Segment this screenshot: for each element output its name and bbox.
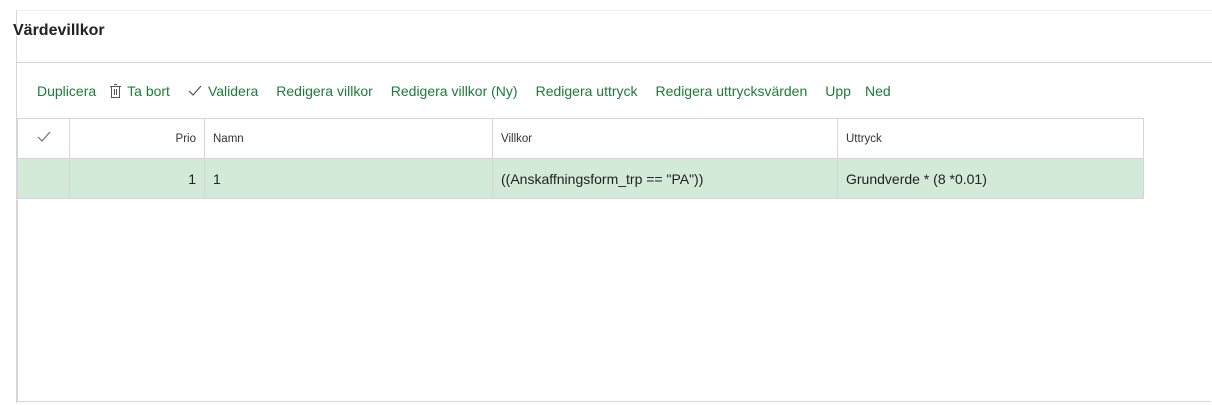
move-up-button[interactable]: Upp — [825, 83, 851, 99]
toolbar: Duplicera Ta bort Validera Redigera vill… — [17, 80, 909, 102]
validate-button[interactable]: Validera — [188, 83, 258, 99]
section-title: Värdevillkor — [13, 22, 105, 39]
edit-conditions-new-button[interactable]: Redigera villkor (Ny) — [391, 83, 518, 99]
duplicate-button[interactable]: Duplicera — [37, 83, 96, 99]
select-all-header[interactable] — [17, 118, 70, 159]
move-down-button[interactable]: Ned — [865, 83, 891, 99]
row-select-cell[interactable] — [17, 158, 70, 199]
edit-expression-values-label: Redigera uttrycksvärden — [655, 83, 808, 99]
grid-header-row: Prio Namn Villkor Uttryck — [17, 118, 1144, 159]
cell-name[interactable]: 1 — [204, 158, 493, 199]
grid-empty-area — [17, 200, 1211, 402]
move-down-label: Ned — [864, 83, 891, 99]
edit-conditions-label: Redigera villkor — [276, 83, 373, 99]
validate-label: Validera — [207, 83, 259, 99]
edit-conditions-button[interactable]: Redigera villkor — [276, 83, 372, 99]
edit-expression-values-button[interactable]: Redigera uttrycksvärden — [656, 83, 808, 99]
cell-expression[interactable]: Grundverde * (8 *0.01) — [837, 158, 1144, 199]
column-header-prio[interactable]: Prio — [69, 118, 205, 159]
delete-label: Ta bort — [127, 83, 170, 99]
column-header-name[interactable]: Namn — [204, 118, 493, 159]
column-header-conditions[interactable]: Villkor — [492, 118, 838, 159]
cell-conditions[interactable]: ((Anskaffningsform_trp == "PA")) — [492, 158, 838, 199]
delete-button[interactable]: Ta bort — [110, 83, 170, 99]
trash-icon — [110, 84, 122, 98]
conditions-grid: Prio Namn Villkor Uttryck 1 1 ((Anskaffn… — [17, 118, 1144, 199]
column-header-expression[interactable]: Uttryck — [837, 118, 1144, 159]
title-divider — [16, 62, 1212, 63]
duplicate-label: Duplicera — [37, 83, 97, 99]
edit-expression-label: Redigera uttryck — [535, 83, 638, 99]
check-icon — [37, 131, 51, 146]
cell-prio[interactable]: 1 — [69, 158, 205, 199]
edit-conditions-new-label: Redigera villkor (Ny) — [390, 83, 518, 99]
edit-expression-button[interactable]: Redigera uttryck — [536, 83, 638, 99]
check-icon — [188, 85, 202, 97]
move-up-label: Upp — [825, 83, 851, 99]
table-row[interactable]: 1 1 ((Anskaffningsform_trp == "PA")) Gru… — [17, 158, 1144, 199]
